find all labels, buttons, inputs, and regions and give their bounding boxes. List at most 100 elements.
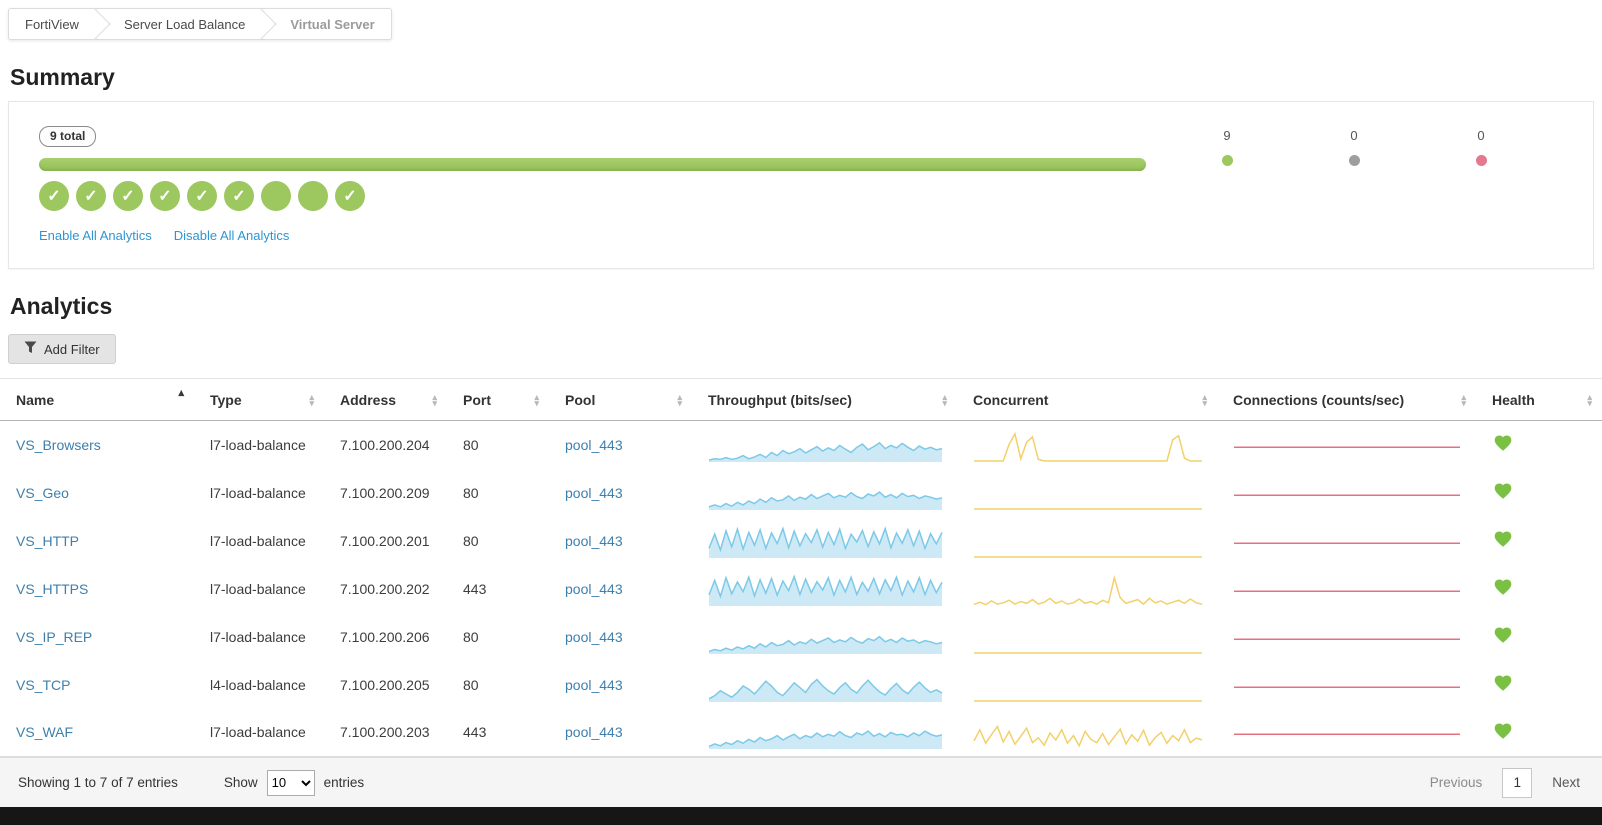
column-label: Name bbox=[16, 392, 54, 408]
status-dot-icon bbox=[1349, 155, 1360, 166]
pool-link[interactable]: pool_443 bbox=[565, 724, 623, 740]
server-status-check-icon[interactable]: ✓ bbox=[113, 181, 143, 211]
sort-icon[interactable]: ▴▾ bbox=[1202, 394, 1207, 406]
health-heart-icon bbox=[1492, 625, 1514, 648]
sort-icon[interactable]: ▴▾ bbox=[942, 394, 947, 406]
table-row: VS_IP_REPl7-load-balance7.100.200.20680p… bbox=[0, 613, 1602, 661]
address-cell: 7.100.200.202 bbox=[324, 565, 447, 613]
column-header-type[interactable]: Type ▴▾ bbox=[194, 379, 324, 421]
virtual-server-link[interactable]: VS_Browsers bbox=[16, 437, 101, 453]
server-status-check-icon[interactable]: ✓ bbox=[76, 181, 106, 211]
page-size-group: Show 10 entries bbox=[224, 770, 364, 796]
concurrent-sparkline bbox=[973, 474, 1217, 512]
virtual-server-link[interactable]: VS_WAF bbox=[16, 724, 73, 740]
sort-icon[interactable]: ▴▾ bbox=[1587, 394, 1592, 406]
virtual-server-link[interactable]: VS_Geo bbox=[16, 485, 69, 501]
summary-panel: 9 total ✓✓✓✓✓✓✓ Enable All Analytics Dis… bbox=[8, 101, 1594, 269]
total-count-badge: 9 total bbox=[39, 126, 96, 147]
sort-icon[interactable]: ▴▾ bbox=[534, 394, 539, 406]
connections-sparkline bbox=[1233, 666, 1476, 704]
column-label: Concurrent bbox=[973, 392, 1048, 408]
health-progress-bar bbox=[39, 158, 1146, 171]
pool-link[interactable]: pool_443 bbox=[565, 485, 623, 501]
status-counter-value: 0 bbox=[1350, 128, 1357, 143]
column-header-connections-counts-sec-[interactable]: Connections (counts/sec) ▴▾ bbox=[1217, 379, 1476, 421]
pool-link[interactable]: pool_443 bbox=[565, 581, 623, 597]
address-cell: 7.100.200.201 bbox=[324, 517, 447, 565]
virtual-servers-table: Name▴Type▴▾Address▴▾Port▴▾Pool▴▾Throughp… bbox=[0, 378, 1602, 757]
port-cell: 80 bbox=[447, 469, 549, 517]
server-status-check-icon[interactable]: ✓ bbox=[224, 181, 254, 211]
analytics-heading: Analytics bbox=[10, 293, 1602, 320]
sort-icon[interactable]: ▴▾ bbox=[1461, 394, 1466, 406]
column-label: Connections (counts/sec) bbox=[1233, 392, 1404, 408]
sort-icon[interactable]: ▴▾ bbox=[677, 394, 682, 406]
throughput-sparkline bbox=[708, 522, 957, 560]
concurrent-sparkline bbox=[973, 522, 1217, 560]
connections-sparkline bbox=[1233, 426, 1476, 464]
port-cell: 80 bbox=[447, 421, 549, 469]
column-label: Address bbox=[340, 392, 396, 408]
concurrent-sparkline bbox=[973, 713, 1217, 751]
virtual-server-link[interactable]: VS_HTTPS bbox=[16, 581, 88, 597]
concurrent-sparkline bbox=[973, 570, 1217, 608]
server-status-check-icon[interactable]: ✓ bbox=[39, 181, 69, 211]
page-number-button[interactable]: 1 bbox=[1502, 768, 1532, 798]
pool-link[interactable]: pool_443 bbox=[565, 677, 623, 693]
health-heart-icon bbox=[1492, 529, 1514, 552]
server-status-check-icon[interactable]: ✓ bbox=[335, 181, 365, 211]
concurrent-sparkline bbox=[973, 426, 1217, 464]
column-header-throughput-bits-sec-[interactable]: Throughput (bits/sec) ▴▾ bbox=[692, 379, 957, 421]
column-header-port[interactable]: Port▴▾ bbox=[447, 379, 549, 421]
table-row: VS_HTTPSl7-load-balance7.100.200.202443p… bbox=[0, 565, 1602, 613]
server-status-check-icon[interactable]: ✓ bbox=[187, 181, 217, 211]
analytics-links-row: Enable All Analytics Disable All Analyti… bbox=[39, 228, 1563, 243]
virtual-server-link[interactable]: VS_HTTP bbox=[16, 533, 79, 549]
entries-label: entries bbox=[324, 775, 365, 790]
column-header-address[interactable]: Address ▴▾ bbox=[324, 379, 447, 421]
summary-heading: Summary bbox=[10, 64, 1602, 91]
type-cell: l7-load-balance bbox=[194, 421, 324, 469]
throughput-sparkline bbox=[708, 474, 957, 512]
breadcrumb-item-fortiview[interactable]: FortiView bbox=[8, 8, 96, 40]
add-filter-label: Add Filter bbox=[44, 342, 100, 357]
pool-link[interactable]: pool_443 bbox=[565, 533, 623, 549]
address-cell: 7.100.200.204 bbox=[324, 421, 447, 469]
pool-link[interactable]: pool_443 bbox=[565, 437, 623, 453]
server-status-check-icon[interactable]: ✓ bbox=[150, 181, 180, 211]
server-status-check-icon[interactable] bbox=[298, 181, 328, 211]
breadcrumb-item-server-load-balance[interactable]: Server Load Balance bbox=[96, 8, 262, 40]
table-header-row: Name▴Type▴▾Address▴▾Port▴▾Pool▴▾Throughp… bbox=[0, 379, 1602, 421]
port-cell: 80 bbox=[447, 517, 549, 565]
concurrent-sparkline bbox=[973, 618, 1217, 656]
type-cell: l7-load-balance bbox=[194, 709, 324, 757]
status-counter: 0 bbox=[1334, 128, 1374, 166]
virtual-server-link[interactable]: VS_IP_REP bbox=[16, 629, 92, 645]
enable-all-analytics-link[interactable]: Enable All Analytics bbox=[39, 228, 152, 243]
sort-icon[interactable]: ▴ bbox=[178, 388, 184, 398]
add-filter-button[interactable]: Add Filter bbox=[8, 334, 116, 364]
next-page-button[interactable]: Next bbox=[1552, 775, 1580, 790]
virtual-server-link[interactable]: VS_TCP bbox=[16, 677, 70, 693]
pool-link[interactable]: pool_443 bbox=[565, 629, 623, 645]
column-label: Type bbox=[210, 392, 242, 408]
bottom-bar bbox=[0, 807, 1602, 825]
disable-all-analytics-link[interactable]: Disable All Analytics bbox=[174, 228, 290, 243]
throughput-sparkline bbox=[708, 666, 957, 704]
breadcrumb-item-virtual-server[interactable]: Virtual Server bbox=[262, 8, 391, 40]
server-status-check-icon[interactable] bbox=[261, 181, 291, 211]
sort-icon[interactable]: ▴▾ bbox=[309, 394, 314, 406]
address-cell: 7.100.200.203 bbox=[324, 709, 447, 757]
page-size-select[interactable]: 10 bbox=[267, 770, 315, 796]
column-header-name[interactable]: Name ▴ bbox=[0, 379, 194, 421]
previous-page-button[interactable]: Previous bbox=[1430, 775, 1483, 790]
sort-icon[interactable]: ▴▾ bbox=[432, 394, 437, 406]
column-header-health[interactable]: Health▴▾ bbox=[1476, 379, 1602, 421]
health-heart-icon bbox=[1492, 721, 1514, 744]
filter-funnel-icon bbox=[24, 341, 37, 357]
column-header-pool[interactable]: Pool▴▾ bbox=[549, 379, 692, 421]
column-header-concurrent[interactable]: Concurrent ▴▾ bbox=[957, 379, 1217, 421]
column-label: Throughput (bits/sec) bbox=[708, 392, 852, 408]
status-counter-value: 9 bbox=[1223, 128, 1230, 143]
throughput-sparkline bbox=[708, 570, 957, 608]
